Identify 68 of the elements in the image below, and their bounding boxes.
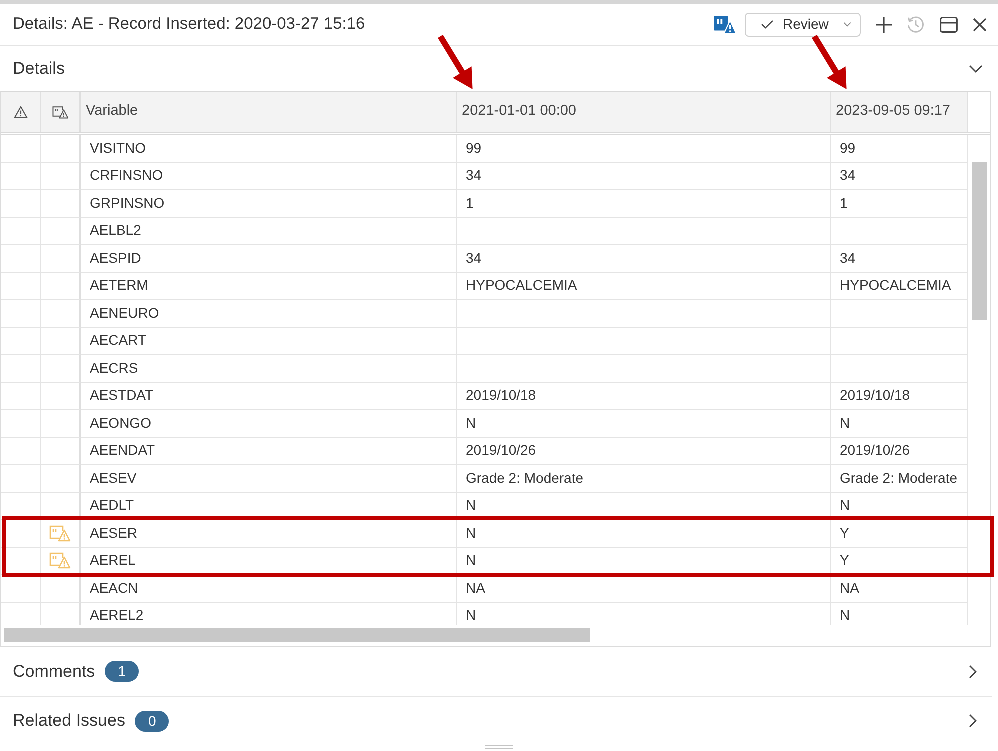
column-header: 2023-09-05 09:17: [831, 92, 968, 132]
table-cell: 2019/10/18: [831, 382, 968, 410]
table-cell: 1: [457, 190, 831, 218]
count-badge: 0: [135, 710, 170, 732]
table-cell: AESEV: [81, 465, 457, 492]
table-cell: N: [457, 492, 831, 520]
table-cell: 34: [831, 245, 968, 272]
chevron-right-icon[interactable]: [969, 664, 977, 678]
table-cell: Grade 2: Moderate: [831, 465, 968, 492]
table-cell: NA: [831, 575, 968, 602]
table-cell: CRFINSNO: [81, 162, 457, 190]
flag-warning-icon: [52, 106, 68, 118]
table-cell: AESER: [81, 520, 457, 548]
table-cell: HYPOCALCEMIA: [457, 272, 831, 300]
table-cell: NA: [457, 575, 831, 602]
table-cell: AEREL: [81, 548, 457, 575]
window-icon[interactable]: [940, 16, 958, 32]
table-cell: AELBL2: [81, 218, 457, 245]
table-cell: 34: [831, 162, 968, 190]
caret-down-icon: [843, 22, 852, 27]
warning-icon: [14, 106, 28, 118]
table-cell: AEENDAT: [81, 438, 457, 465]
table-cell: AESTDAT: [81, 382, 457, 410]
table-cell: Y: [831, 548, 968, 575]
table-cell: AEDLT: [81, 492, 457, 520]
plus-icon[interactable]: [876, 16, 892, 32]
table-cell: AECRS: [81, 355, 457, 382]
table-cell: VISITNO: [81, 135, 457, 162]
table-cell: 34: [457, 245, 831, 272]
table-cell: AEACN: [81, 575, 457, 602]
table-cell: 1: [831, 190, 968, 218]
column-header: Variable: [81, 92, 457, 132]
window-title: Details: AE - Record Inserted: 2020-03-27 15:16: [13, 14, 366, 36]
section-title: Details: [13, 58, 65, 80]
table-cell: N: [831, 492, 968, 520]
table-cell: GRPINSNO: [81, 190, 457, 218]
table-cell: N: [457, 548, 831, 575]
table-cell: AECART: [81, 328, 457, 355]
table-cell: HYPOCALCEMIA: [831, 272, 968, 300]
table-cell: N: [457, 410, 831, 438]
drag-handle-icon[interactable]: [485, 745, 513, 750]
chevron-right-icon[interactable]: [969, 714, 977, 728]
section-title: Comments: [13, 660, 96, 683]
review-button[interactable]: Review: [745, 12, 861, 36]
pause-warning-icon[interactable]: [714, 14, 737, 34]
close-icon[interactable]: [973, 18, 987, 32]
table-cell: N: [457, 520, 831, 548]
table-cell: AESPID: [81, 245, 457, 272]
scrollbar-thumb[interactable]: [972, 162, 987, 320]
column-header: 2021-01-01 00:00: [457, 92, 831, 132]
table-cell: 34: [457, 162, 831, 190]
table-cell: AENEURO: [81, 300, 457, 328]
table-cell: N: [831, 602, 968, 625]
table-cell: AEONGO: [81, 410, 457, 438]
section-title: Related Issues: [13, 710, 126, 732]
table-cell: Y: [831, 520, 968, 548]
table-cell: AETERM: [81, 272, 457, 300]
table-cell: 2019/10/18: [457, 382, 831, 410]
table-cell: Grade 2: Moderate: [457, 465, 831, 492]
chevron-down-icon[interactable]: [969, 64, 983, 72]
scrollbar-thumb[interactable]: [4, 628, 590, 642]
table-cell: 2019/10/26: [457, 438, 831, 465]
table-cell: 99: [831, 135, 968, 162]
table-cell: 99: [457, 135, 831, 162]
count-badge: 1: [105, 661, 139, 682]
table-cell: 2019/10/26: [831, 438, 968, 465]
table-cell: N: [831, 410, 968, 438]
check-icon: [761, 20, 774, 29]
